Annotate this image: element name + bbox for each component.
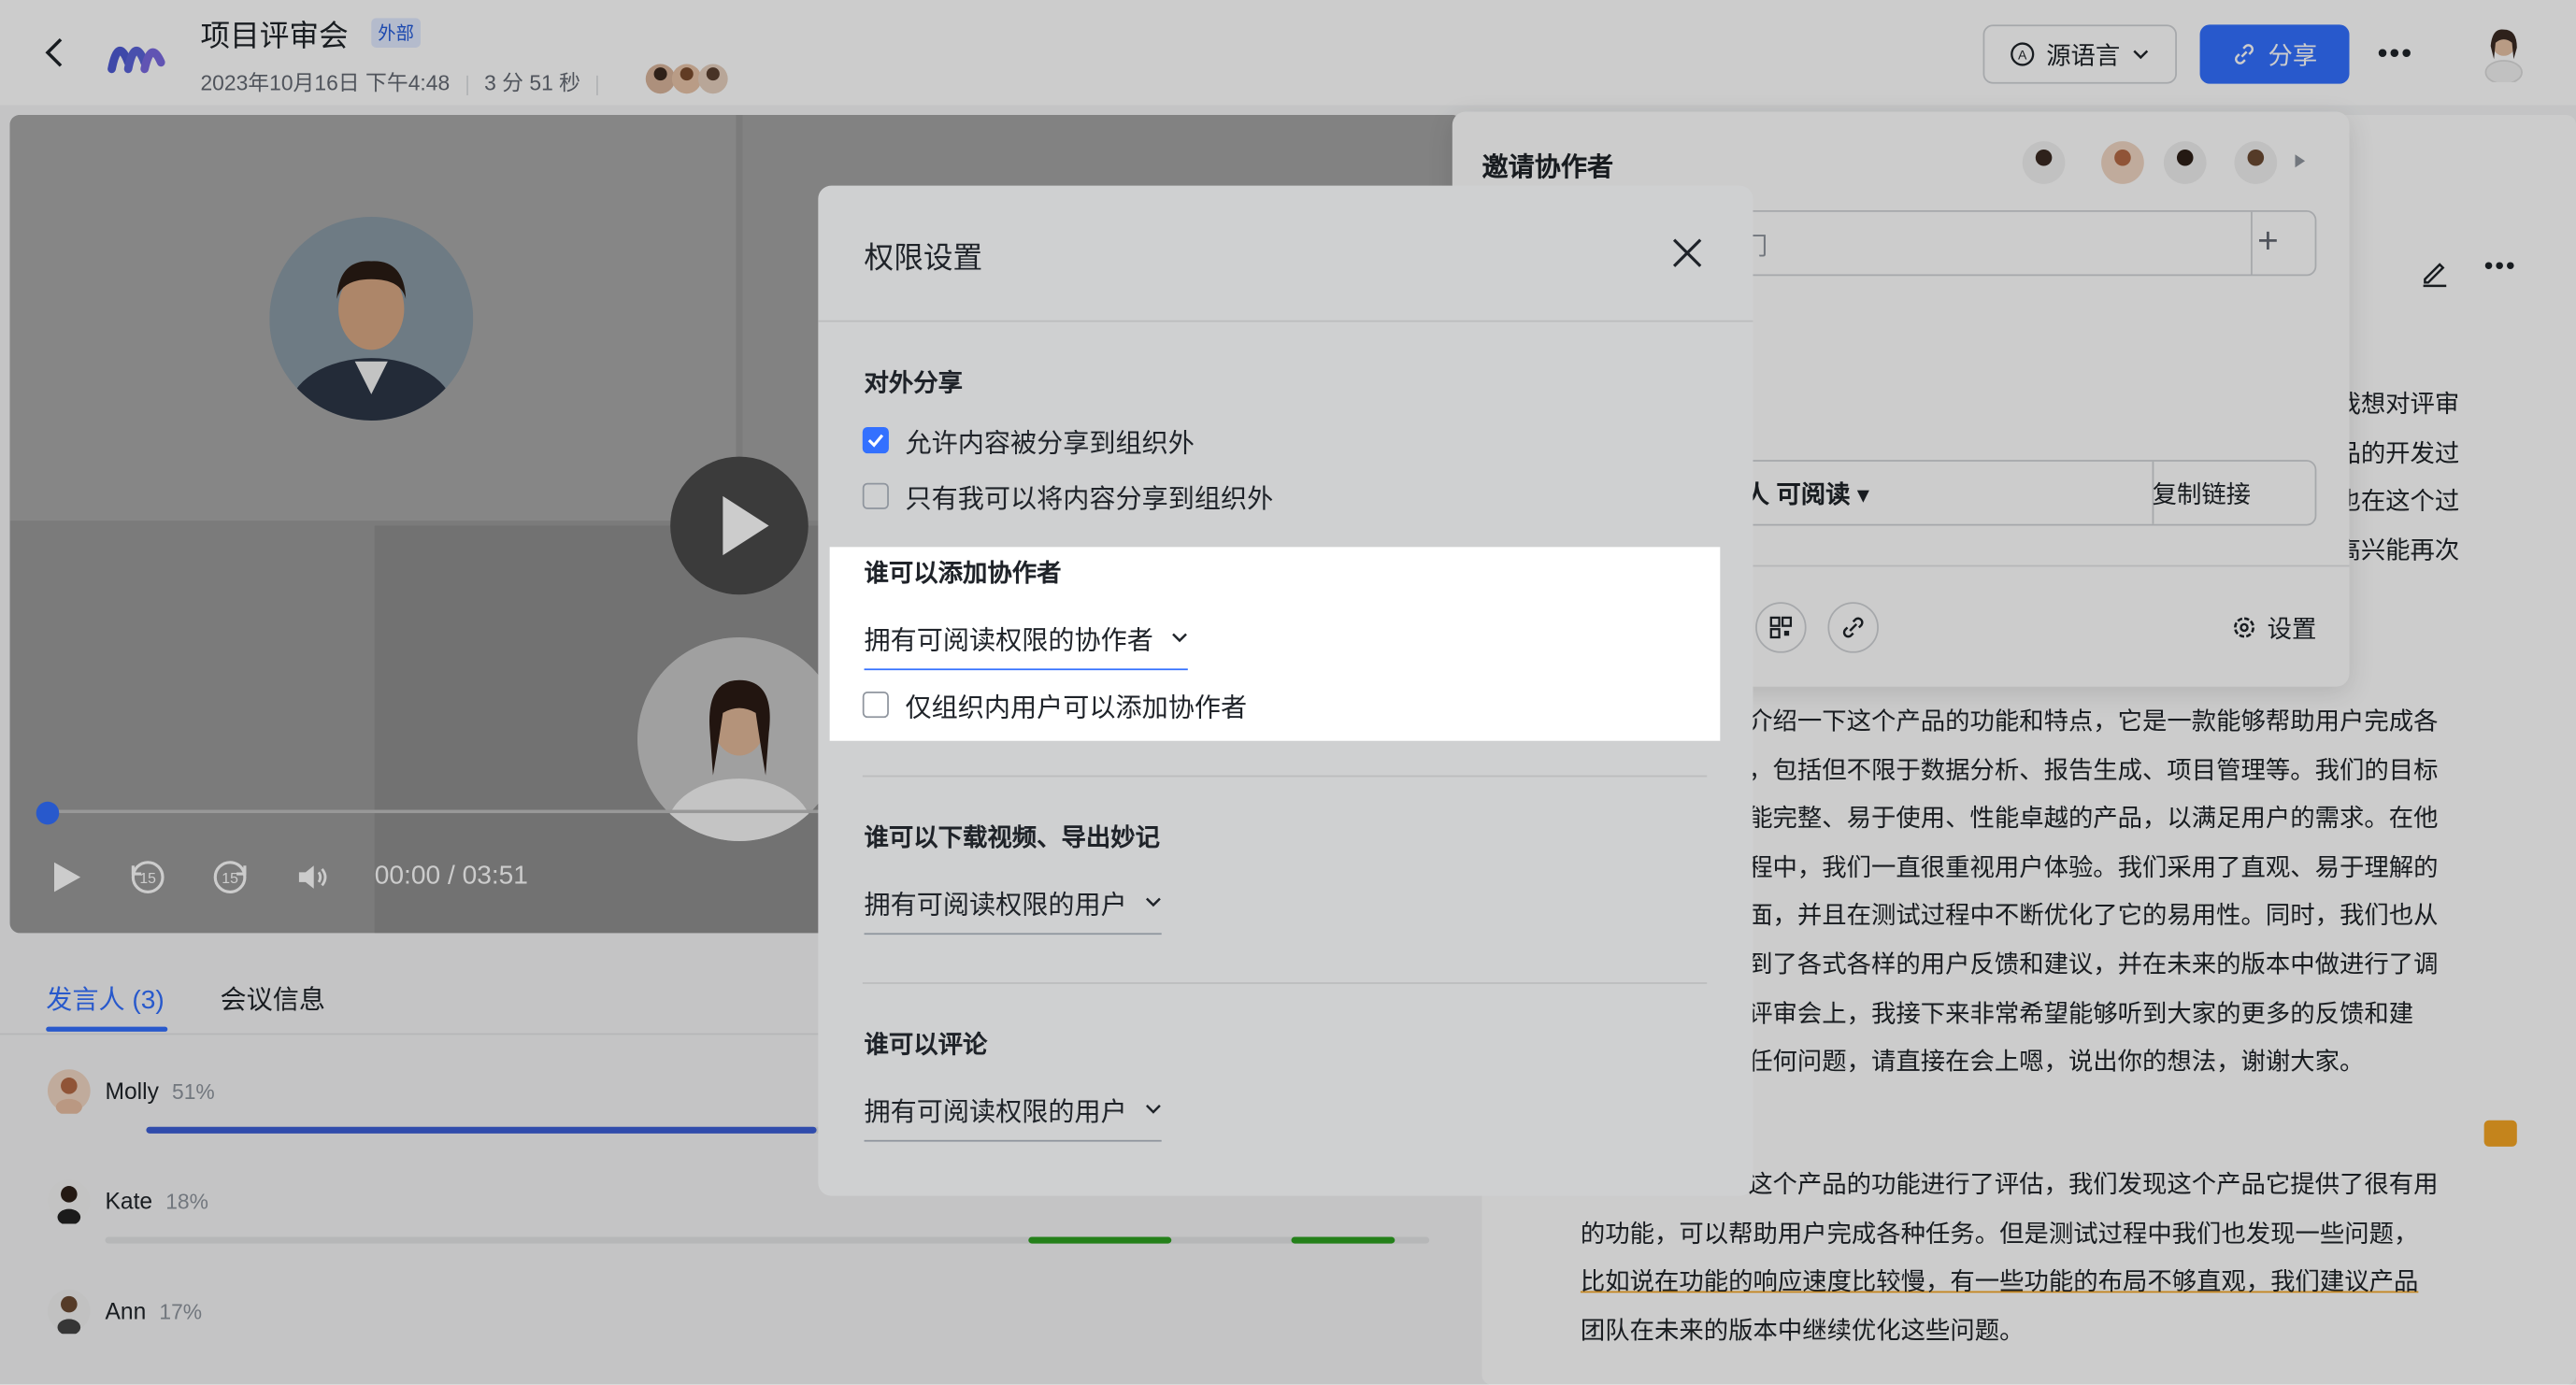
internal-only-add-option[interactable]: 仅组织内用户可以添加协作者 <box>862 685 1248 724</box>
chevron-down-icon <box>1146 1105 1161 1114</box>
permission-settings-dialog: 权限设置 对外分享 允许内容被分享到组织外 只有我可以将内容分享到组织外 谁可以… <box>818 185 1753 1196</box>
select-value: 拥有可阅读权限的用户 <box>864 892 1127 921</box>
option-label: 允许内容被分享到组织外 <box>905 430 1195 459</box>
dialog-title: 权限设置 <box>864 241 983 275</box>
divider <box>862 775 1708 778</box>
option-label: 仅组织内用户可以添加协作者 <box>905 694 1248 723</box>
chevron-down-icon <box>1172 633 1187 643</box>
allow-external-share-checkbox[interactable] <box>862 427 889 454</box>
only-me-share-checkbox[interactable] <box>862 482 889 509</box>
download-permission-select[interactable]: 拥有可阅读权限的用户 <box>864 882 1164 935</box>
chevron-down-icon <box>1146 897 1161 907</box>
only-me-share-option[interactable]: 只有我可以将内容分享到组织外 <box>862 477 1274 516</box>
allow-external-share-option[interactable]: 允许内容被分享到组织外 <box>862 421 1195 460</box>
internal-only-add-checkbox[interactable] <box>862 691 889 719</box>
section-title-download: 谁可以下载视频、导出妙记 <box>864 824 1160 853</box>
comment-permission-select[interactable]: 拥有可阅读权限的用户 <box>864 1089 1164 1142</box>
add-collaborator-select[interactable]: 拥有可阅读权限的协作者 <box>864 618 1190 671</box>
section-title-add-collaborator: 谁可以添加协作者 <box>864 560 1062 589</box>
section-title-external-share: 对外分享 <box>864 369 964 398</box>
divider <box>862 982 1708 984</box>
app-window: 项目评审会 外部 2023年10月16日 下午4:48 3 分 51 秒 A 源语… <box>0 0 2576 1385</box>
select-value: 拥有可阅读权限的协作者 <box>864 627 1153 656</box>
close-icon[interactable] <box>1669 235 1706 271</box>
check-icon <box>867 434 884 448</box>
option-label: 只有我可以将内容分享到组织外 <box>905 486 1274 515</box>
section-title-comment: 谁可以评论 <box>864 1031 988 1060</box>
divider <box>818 320 1753 322</box>
select-value: 拥有可阅读权限的用户 <box>864 1098 1127 1127</box>
